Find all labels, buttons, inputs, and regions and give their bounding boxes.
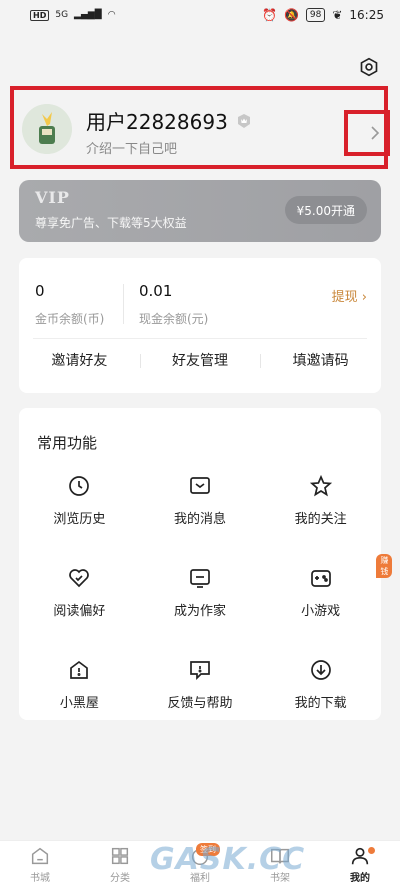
common-functions-card: 常用功能 浏览历史 我的消息 我的关注 阅读偏好 成为作家 赚钱 小游戏 小黑屋… [19,408,393,722]
clock-icon [69,476,90,496]
battery-icon: 98 [305,8,326,22]
wallet-separator [33,338,367,339]
write-icon [190,569,210,588]
withdraw-link[interactable]: 提现 › [332,286,367,305]
function-label: 反馈与帮助 [167,696,233,711]
cash-value[interactable]: 0.01 [139,282,172,300]
home-icon [31,847,49,865]
house-icon [70,660,89,679]
friend-management-link[interactable]: 好友管理 [139,350,261,372]
tab-label: 我的 [350,873,370,884]
chevron-right-icon [371,126,380,140]
tab-bookstore[interactable]: 书城 [0,841,80,888]
function-label: 我的下载 [294,696,347,711]
function-label: 小黑屋 [59,696,99,711]
blacklist-item[interactable]: 小黑屋 [19,654,140,722]
vip-banner[interactable]: VIP 尊享免广告、下载等5大权益 ¥5.00开通 [19,180,381,242]
vip-open-button[interactable]: ¥5.00开通 [284,196,367,224]
category-icon [111,847,129,865]
network-type: 5G [55,10,69,20]
chevron-right-icon: › [361,290,367,305]
mute-icon: 🔕 [283,8,299,22]
function-label: 浏览历史 [53,512,106,527]
feedback-help-item[interactable]: 反馈与帮助 [140,654,261,722]
profile-card[interactable]: 用户22828693 介绍一下自己吧 [10,86,390,169]
function-grid: 浏览历史 我的消息 我的关注 阅读偏好 成为作家 赚钱 小游戏 小黑屋 反馈与帮… [19,470,393,722]
gear-icon [360,57,378,77]
wallet-divider [123,284,124,324]
vip-subtitle: 尊享免广告、下载等5大权益 [35,216,187,230]
function-label: 成为作家 [173,604,226,619]
settings-button[interactable] [358,56,380,78]
signal-icon: ▂▄▆█ [74,10,102,20]
tab-label: 书城 [30,873,50,884]
function-label: 我的关注 [294,512,347,527]
heart-icon [69,569,90,588]
status-right: ⏰ 🔕 98 ❦ 16:25 [262,8,384,22]
coins-label: 金币余额(币) [35,312,105,326]
my-downloads-item[interactable]: 我的下载 [260,654,381,722]
username: 用户22828693 [86,110,228,134]
reading-preference-item[interactable]: 阅读偏好 [19,562,140,630]
earn-badge: 赚钱 [376,554,393,578]
avatar[interactable] [22,104,72,154]
download-icon [310,660,331,680]
wifi-icon: ◠ [107,10,116,20]
coins-value[interactable]: 0 [35,282,45,300]
tab-label: 分类 [110,873,130,884]
vip-title: VIP [35,188,70,207]
tab-category[interactable]: 分类 [80,841,160,888]
function-label: 阅读偏好 [53,604,106,619]
function-label: 小游戏 [301,604,341,619]
alarm-icon: ⏰ [261,8,277,22]
my-messages-item[interactable]: 我的消息 [140,470,261,538]
crown-icon [237,113,250,128]
hd-badge: HD [30,9,50,21]
clock-time: 16:25 [349,8,384,22]
star-icon [309,474,332,497]
invite-friends-link[interactable]: 邀请好友 [19,350,140,372]
profile-arrow-button[interactable] [344,110,390,156]
cash-label: 现金余额(元) [139,312,209,326]
profile-intro: 介绍一下自己吧 [86,142,178,157]
mini-games-item[interactable]: 赚钱 小游戏 [260,554,393,630]
username-row: 用户22828693 [86,106,252,135]
feedback-icon [190,661,210,681]
notification-dot [368,847,375,854]
become-writer-item[interactable]: 成为作家 [140,562,261,630]
watermark: GASK.CC [150,842,306,877]
function-label: 我的消息 [173,512,226,527]
wallet-card: 0 金币余额(币) 0.01 现金余额(元) 提现 › 邀请好友 好友管理 填邀… [19,258,381,393]
status-left: HD 5G ▂▄▆█ ◠ [30,9,116,21]
wallet-links: 邀请好友 好友管理 填邀请码 [19,350,381,372]
gamepad-icon [310,570,331,587]
tab-mine[interactable]: 我的 [320,841,400,888]
browse-history-item[interactable]: 浏览历史 [19,470,140,538]
message-icon [190,477,210,494]
leaf-icon: ❦ [332,8,343,22]
section-title: 常用功能 [37,434,98,452]
status-bar: HD 5G ▂▄▆█ ◠ ⏰ 🔕 98 ❦ 16:25 [0,0,400,30]
enter-invite-code-link[interactable]: 填邀请码 [260,350,381,372]
withdraw-label: 提现 [331,290,358,305]
my-follows-item[interactable]: 我的关注 [260,470,381,538]
